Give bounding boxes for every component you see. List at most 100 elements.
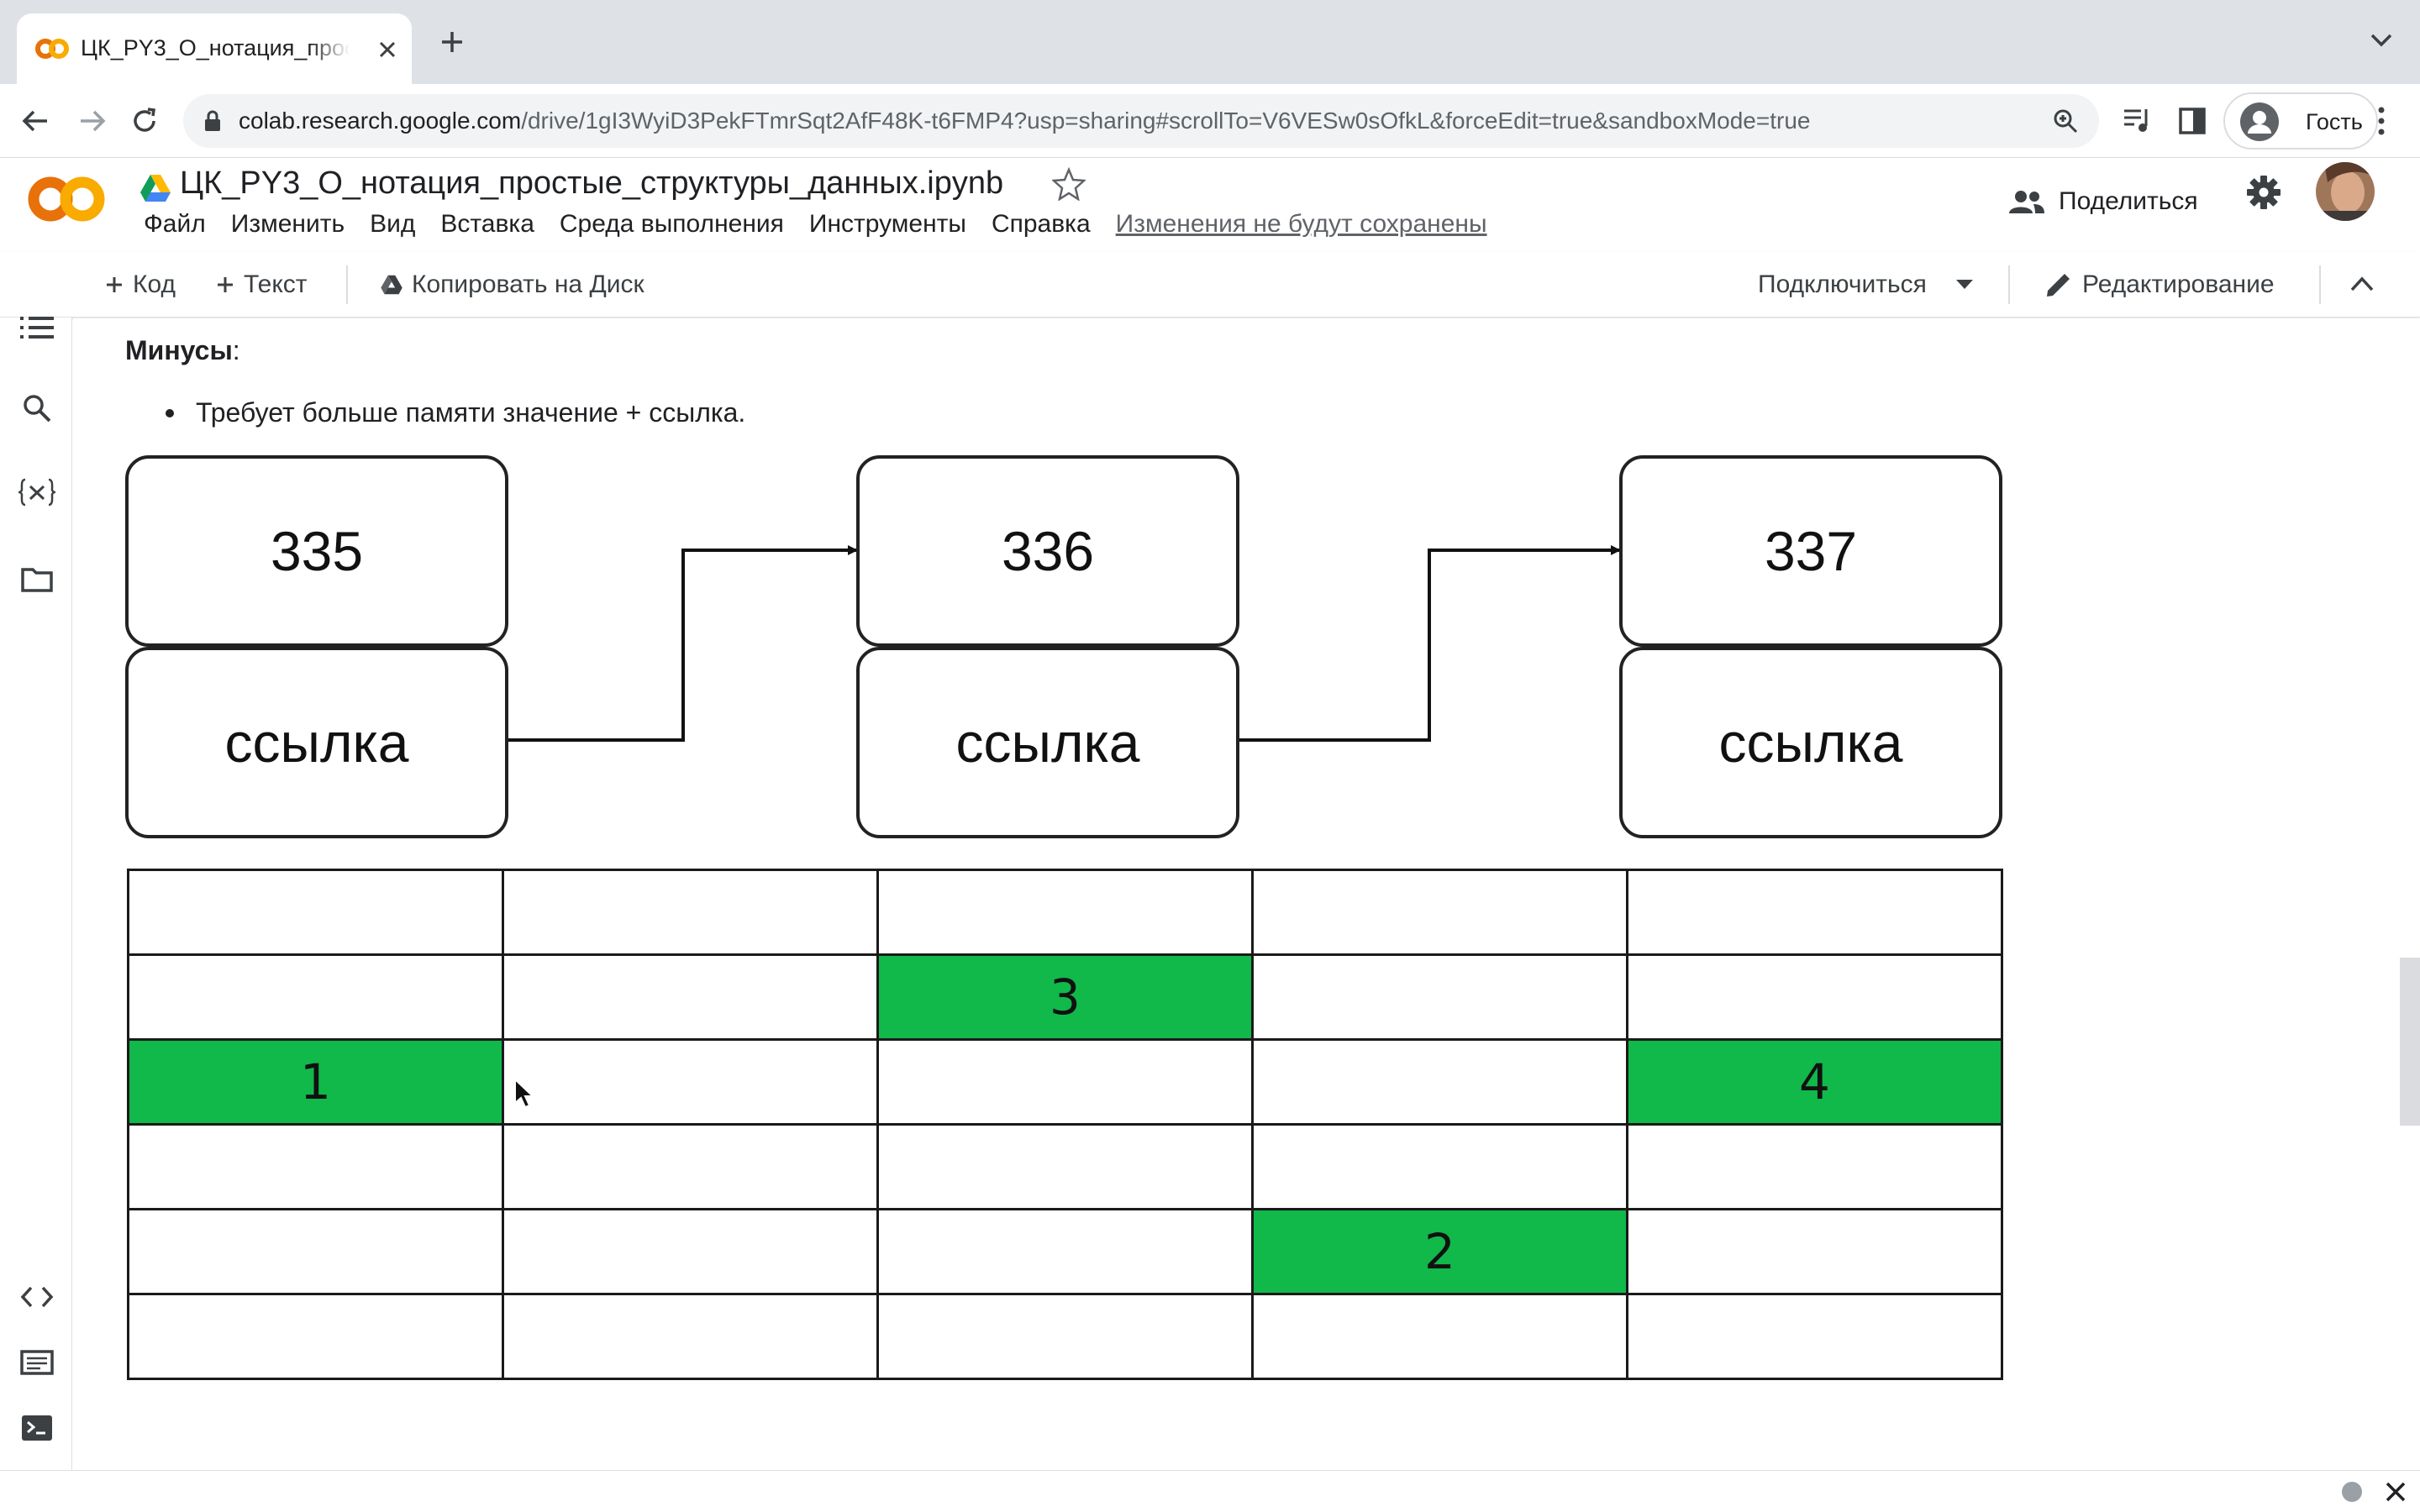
- add-text-button[interactable]: Текст: [215, 262, 308, 307]
- left-sidebar: [0, 317, 72, 1470]
- grid-cell: [127, 1123, 504, 1210]
- node-value-box: 335: [125, 455, 508, 647]
- grid-cell-highlighted: 1: [127, 1038, 504, 1126]
- menu-insert[interactable]: Вставка: [428, 204, 547, 244]
- menu-runtime[interactable]: Среда выполнения: [547, 204, 797, 244]
- scrollbar-thumb[interactable]: [2400, 958, 2420, 1126]
- grid-cell: [127, 869, 504, 956]
- reload-icon[interactable]: [129, 106, 160, 136]
- menu-file[interactable]: Файл: [131, 204, 218, 244]
- notebook-title[interactable]: ЦК_PY3_O_нотация_простые_структуры_данны…: [180, 165, 1003, 202]
- copy-to-drive-button[interactable]: Копировать на Диск: [380, 262, 644, 307]
- browser-toolbar: colab.research.google.com/drive/1gI3WyiD…: [0, 84, 2420, 158]
- connect-button[interactable]: Подключиться: [1758, 262, 1974, 307]
- url-host: colab.research.google.com: [239, 108, 522, 134]
- files-folder-icon[interactable]: [18, 561, 55, 598]
- editing-mode-label: Редактирование: [2082, 270, 2275, 298]
- toolbar-divider: [2008, 265, 2010, 304]
- colab-favicon-icon: [35, 39, 69, 59]
- code-snippets-icon[interactable]: [18, 1278, 55, 1315]
- connect-label: Подключиться: [1758, 270, 1927, 298]
- browser-tab-strip: ЦК_PY3_O_нотация_простые_структуры_данны…: [0, 0, 2420, 84]
- colab-logo-icon[interactable]: [25, 165, 108, 233]
- terminal-icon[interactable]: [18, 1410, 55, 1446]
- forward-arrow-icon[interactable]: [77, 106, 108, 136]
- grid-cell: [1626, 1208, 2003, 1295]
- grid-cell: [1626, 1123, 2003, 1210]
- back-arrow-icon[interactable]: [20, 106, 50, 136]
- zoom-icon[interactable]: [2052, 108, 2079, 134]
- grid-cell-highlighted: 4: [1626, 1038, 2003, 1126]
- plus-icon: [218, 277, 233, 292]
- close-status-icon[interactable]: [2385, 1481, 2407, 1503]
- grid-row: 2: [127, 1208, 2003, 1295]
- people-icon: [2009, 191, 2044, 213]
- unsaved-changes-link[interactable]: Изменения не будут сохранены: [1103, 204, 1500, 244]
- grid-cell: [876, 1208, 1254, 1295]
- grid-cell: [502, 869, 879, 956]
- grid-cell: [502, 1293, 879, 1380]
- drive-icon[interactable]: [139, 174, 171, 202]
- editing-mode-button[interactable]: Редактирование: [2044, 262, 2275, 307]
- status-bar: [0, 1470, 2420, 1512]
- share-button[interactable]: Поделиться: [2008, 176, 2198, 228]
- pencil-icon: [2047, 274, 2070, 297]
- node-link-box: ссылка: [125, 647, 508, 838]
- grid-row: [127, 869, 2003, 956]
- grid-row: 14: [127, 1038, 2003, 1126]
- side-panel-icon[interactable]: [2178, 106, 2207, 136]
- browser-menu-icon[interactable]: [2375, 104, 2388, 138]
- grid-cell: [876, 1123, 1254, 1210]
- grid-cell: [1251, 953, 1628, 1041]
- menu-view[interactable]: Вид: [357, 204, 428, 244]
- close-tab-icon[interactable]: [378, 40, 397, 59]
- grid-cell: [1626, 953, 2003, 1041]
- new-tab-icon[interactable]: [439, 29, 466, 55]
- lock-icon[interactable]: [203, 109, 222, 133]
- grid-cell-highlighted: 3: [876, 953, 1254, 1041]
- media-control-icon[interactable]: [2123, 106, 2154, 136]
- copy-to-drive-label: Копировать на Диск: [412, 270, 644, 298]
- grid-cell: [127, 953, 504, 1041]
- node-value-box: 337: [1619, 455, 2002, 647]
- grid-row: [127, 1293, 2003, 1380]
- toolbar-divider: [346, 265, 348, 304]
- url-text[interactable]: colab.research.google.com/drive/1gI3WyiD…: [239, 108, 1810, 134]
- grid-cell: [502, 1038, 879, 1126]
- star-icon[interactable]: [1052, 167, 1086, 201]
- tab-search-chevron-icon[interactable]: [2370, 32, 2393, 49]
- menu-bar: Файл Изменить Вид Вставка Среда выполнен…: [131, 204, 1500, 244]
- grid-cell: [876, 1293, 1254, 1380]
- url-path: /drive/1gI3WyiD3PekFTmrSqt2AfF48K-t6FMP4…: [521, 108, 1811, 134]
- drive-icon: [381, 275, 402, 295]
- command-palette-icon[interactable]: [18, 1344, 55, 1381]
- notebook-content: Минусы: Требует больше памяти значение +…: [73, 318, 2420, 1470]
- profile-label: Гость: [2306, 109, 2363, 134]
- menu-help[interactable]: Справка: [979, 204, 1103, 244]
- add-code-button[interactable]: Код: [104, 262, 176, 307]
- menu-tools[interactable]: Инструменты: [797, 204, 979, 244]
- plus-icon: [107, 277, 122, 292]
- collapse-header-icon[interactable]: [2349, 276, 2375, 292]
- grid-cell: [876, 869, 1254, 956]
- grid-cell: [1251, 1123, 1628, 1210]
- address-bar[interactable]: colab.research.google.com/drive/1gI3WyiD…: [183, 94, 2099, 148]
- grid-cell: [1626, 869, 2003, 956]
- dropdown-arrow-icon[interactable]: [1955, 279, 1974, 291]
- variables-icon[interactable]: [18, 474, 55, 511]
- settings-gear-icon[interactable]: [2245, 174, 2282, 211]
- menu-edit[interactable]: Изменить: [218, 204, 357, 244]
- notebook-toolbar: Код Текст Копировать на Диск Подключитьс…: [0, 252, 2420, 318]
- browser-tab[interactable]: ЦК_PY3_O_нотация_простые_структуры_данны…: [17, 13, 412, 84]
- grid-cell: [876, 1038, 1254, 1126]
- tab-title: ЦК_PY3_O_нотация_простые_структуры_данны…: [81, 35, 350, 60]
- search-icon[interactable]: [18, 390, 55, 427]
- add-text-label: Текст: [244, 270, 308, 298]
- runtime-status-icon[interactable]: [2341, 1481, 2363, 1503]
- table-of-contents-icon[interactable]: [18, 309, 55, 346]
- link-arrow-1: [508, 545, 858, 742]
- grid-row: [127, 1123, 2003, 1210]
- grid-cell: [127, 1208, 504, 1295]
- profile-button[interactable]: Гость: [2223, 92, 2378, 150]
- user-avatar[interactable]: [2316, 162, 2375, 221]
